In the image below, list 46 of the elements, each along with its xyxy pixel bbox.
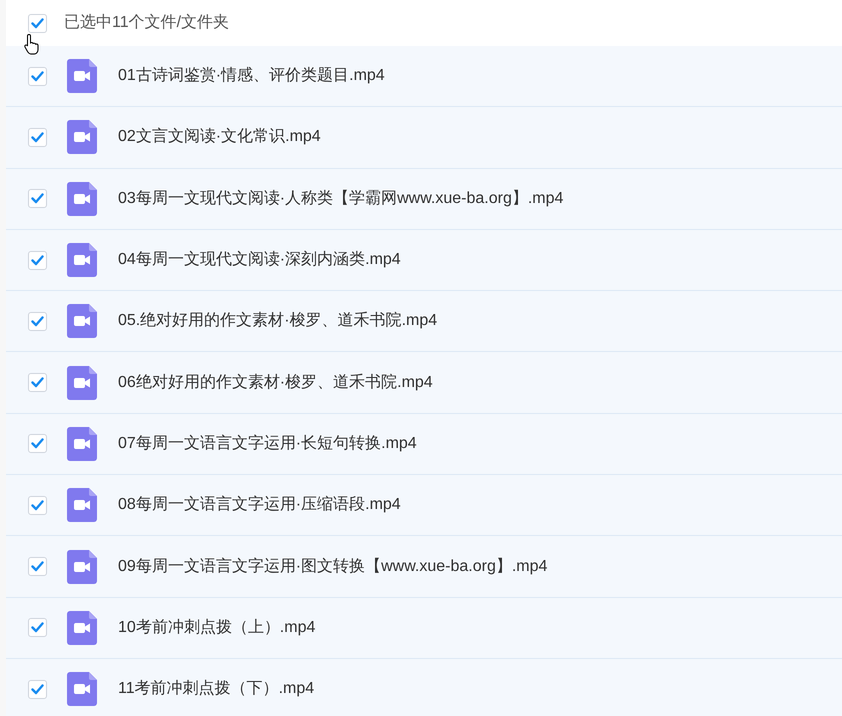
video-file-icon <box>67 610 97 645</box>
video-file-icon <box>67 366 97 400</box>
video-file-icon <box>67 426 97 461</box>
video-file-icon <box>67 304 97 338</box>
video-file-icon <box>67 182 97 216</box>
file-row[interactable]: 06绝对好用的作文素材·梭罗、道禾书院.mp4 <box>6 352 842 414</box>
video-file-icon <box>67 243 97 278</box>
file-name: 09每周一文语言文字运用·图文转换【www.xue-ba.org】.mp4 <box>118 556 548 577</box>
file-name: 04每周一文现代文阅读·深刻内涵类.mp4 <box>118 250 401 270</box>
checkbox[interactable] <box>28 496 47 515</box>
checkbox[interactable] <box>28 189 47 208</box>
file-row[interactable]: 01古诗词鉴赏·情感、评价类题目.mp4 <box>6 46 842 108</box>
checkbox[interactable] <box>28 250 47 270</box>
file-row[interactable]: 02文言文阅读·文化常识.mp4 <box>6 107 842 169</box>
file-name: 05.绝对好用的作文素材·梭罗、道禾书院.mp4 <box>118 310 438 332</box>
checkbox[interactable] <box>28 14 47 32</box>
file-name: 10考前冲刺点拨（上）.mp4 <box>118 618 316 638</box>
file-row[interactable]: 07每周一文语言文字运用·长短句转换.mp4 <box>6 414 842 476</box>
file-row[interactable]: 04每周一文现代文阅读·深刻内涵类.mp4 <box>6 230 842 292</box>
checkbox[interactable] <box>28 66 47 86</box>
file-name: 11考前冲刺点拨（下）.mp4 <box>118 678 314 700</box>
checkbox[interactable] <box>28 680 47 699</box>
file-row[interactable]: 11考前冲刺点拨（下）.mp4 <box>6 658 842 716</box>
file-row[interactable]: 05.绝对好用的作文素材·梭罗、道禾书院.mp4 <box>6 291 842 352</box>
file-name: 02文言文阅读·文化常识.mp4 <box>118 126 321 148</box>
checkbox[interactable] <box>28 618 47 638</box>
video-file-icon <box>67 672 97 706</box>
file-name: 06绝对好用的作文素材·梭罗、道禾书院.mp4 <box>118 372 433 393</box>
checkbox[interactable] <box>28 312 47 331</box>
video-file-icon <box>67 550 97 584</box>
file-row[interactable]: 09每周一文语言文字运用·图文转换【www.xue-ba.org】.mp4 <box>6 536 842 598</box>
file-row[interactable]: 10考前冲刺点拨（上）.mp4 <box>6 598 842 659</box>
video-file-icon <box>67 120 97 154</box>
video-file-icon <box>67 59 97 94</box>
file-name: 01古诗词鉴赏·情感、评价类题目.mp4 <box>118 66 385 86</box>
checkbox[interactable] <box>28 557 47 576</box>
file-name: 07每周一文语言文字运用·长短句转换.mp4 <box>118 434 417 454</box>
file-row[interactable]: 08每周一文语言文字运用·压缩语段.mp4 <box>6 475 842 536</box>
file-row[interactable]: 03每周一文现代文阅读·人称类【学霸网www.xue-ba.org】.mp4 <box>6 168 842 230</box>
file-name: 08每周一文语言文字运用·压缩语段.mp4 <box>118 494 401 516</box>
checkbox[interactable] <box>28 373 47 392</box>
file-name: 03每周一文现代文阅读·人称类【学霸网www.xue-ba.org】.mp4 <box>118 188 564 209</box>
video-file-icon <box>67 488 97 522</box>
checkbox[interactable] <box>28 434 47 454</box>
checkbox[interactable] <box>28 128 47 147</box>
selection-count: 已选中11个文件/文件夹 <box>64 12 230 33</box>
